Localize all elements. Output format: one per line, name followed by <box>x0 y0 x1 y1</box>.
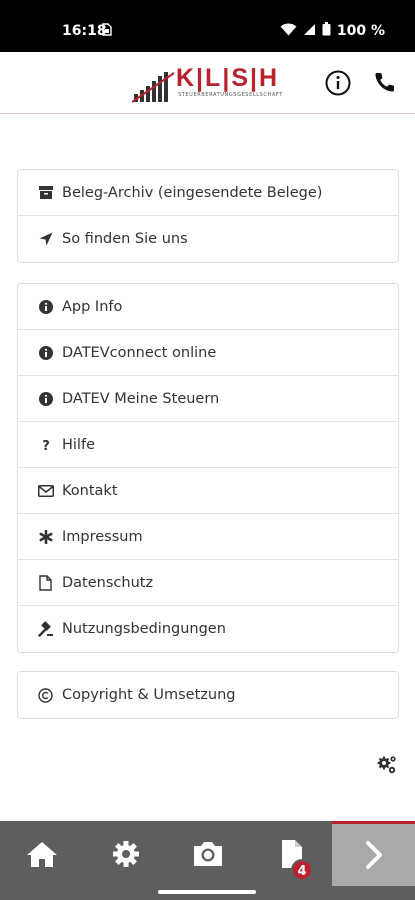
status-time: 16:18 <box>62 23 107 39</box>
document-icon <box>37 574 54 591</box>
chevron-right-icon[interactable] <box>332 821 415 886</box>
bottom-nav: 4 <box>0 821 415 886</box>
logo-subtitle: STEUERBERATUNGSGESELLSCHAFT <box>178 92 283 98</box>
wifi-icon <box>280 22 297 40</box>
info-icon <box>37 390 54 407</box>
menu-group-info: App Info DATEVconnect online DATEV Meine… <box>17 283 399 653</box>
gears-icon[interactable] <box>376 754 398 776</box>
battery-icon <box>322 22 331 40</box>
location-arrow-icon <box>37 231 54 248</box>
menu-item-label: DATEV Meine Steuern <box>62 390 220 407</box>
menu-item-copyright[interactable]: Copyright & Umsetzung <box>18 672 398 718</box>
menu-item-nutzungsbedingungen[interactable]: Nutzungsbedingungen <box>18 606 398 652</box>
menu-item-label: Hilfe <box>62 436 95 453</box>
menu-item-app-info[interactable]: App Info <box>18 284 398 330</box>
sim-icon <box>102 23 112 39</box>
menu-item-label: Datenschutz <box>62 574 154 591</box>
archive-icon <box>37 184 54 201</box>
logo-text: K|L|S|H <box>176 64 280 92</box>
svg-text:?: ? <box>42 439 50 452</box>
phone-icon[interactable] <box>373 70 397 94</box>
gavel-icon <box>37 621 54 638</box>
menu-item-kontakt[interactable]: Kontakt <box>18 468 398 514</box>
klsh-logo: K|L|S|H STEUERBERATUNGSGESELLSCHAFT <box>132 64 284 104</box>
battery-percent: 100 % <box>336 23 385 39</box>
menu-item-label: Kontakt <box>62 482 118 499</box>
menu-item-label: Nutzungsbedingungen <box>62 621 226 637</box>
menu-group-archive: Beleg-Archiv (eingesendete Belege) So fi… <box>17 169 399 263</box>
menu-item-beleg-archiv[interactable]: Beleg-Archiv (eingesendete Belege) <box>18 170 398 216</box>
menu-item-label: Impressum <box>62 528 143 545</box>
menu-item-datenschutz[interactable]: Datenschutz <box>18 560 398 606</box>
menu-item-label: Beleg-Archiv (eingesendete Belege) <box>62 184 323 201</box>
copyright-icon <box>37 687 54 704</box>
settings-icon[interactable] <box>104 821 148 886</box>
menu-item-so-finden-sie-uns[interactable]: So finden Sie uns <box>18 216 398 262</box>
status-bar: 16:18 100 % <box>0 0 415 52</box>
menu-item-impressum[interactable]: Impressum <box>18 514 398 560</box>
menu-group-copyright: Copyright & Umsetzung <box>17 671 399 719</box>
menu-item-datevconnect-online[interactable]: DATEVconnect online <box>18 330 398 376</box>
info-circle-icon[interactable] <box>325 70 351 96</box>
envelope-icon <box>37 482 54 499</box>
status-right: 100 % <box>280 22 385 40</box>
menu-item-label: DATEVconnect online <box>62 344 217 361</box>
app-header: K|L|S|H STEUERBERATUNGSGESELLSCHAFT <box>0 52 415 114</box>
menu-item-hilfe[interactable]: ? Hilfe <box>18 422 398 468</box>
menu-item-label: App Info <box>62 298 123 315</box>
menu-item-label: So finden Sie uns <box>62 231 188 247</box>
signal-icon <box>303 23 316 40</box>
info-icon <box>37 344 54 361</box>
home-gesture-pill[interactable] <box>158 890 256 894</box>
camera-icon[interactable] <box>186 821 230 886</box>
documents-badge: 4 <box>291 859 313 881</box>
question-icon: ? <box>37 436 54 453</box>
menu-item-label: Copyright & Umsetzung <box>62 687 236 703</box>
asterisk-icon <box>37 528 54 545</box>
info-icon <box>37 298 54 315</box>
home-icon[interactable] <box>20 821 64 886</box>
menu-item-datev-meine-steuern[interactable]: DATEV Meine Steuern <box>18 376 398 422</box>
